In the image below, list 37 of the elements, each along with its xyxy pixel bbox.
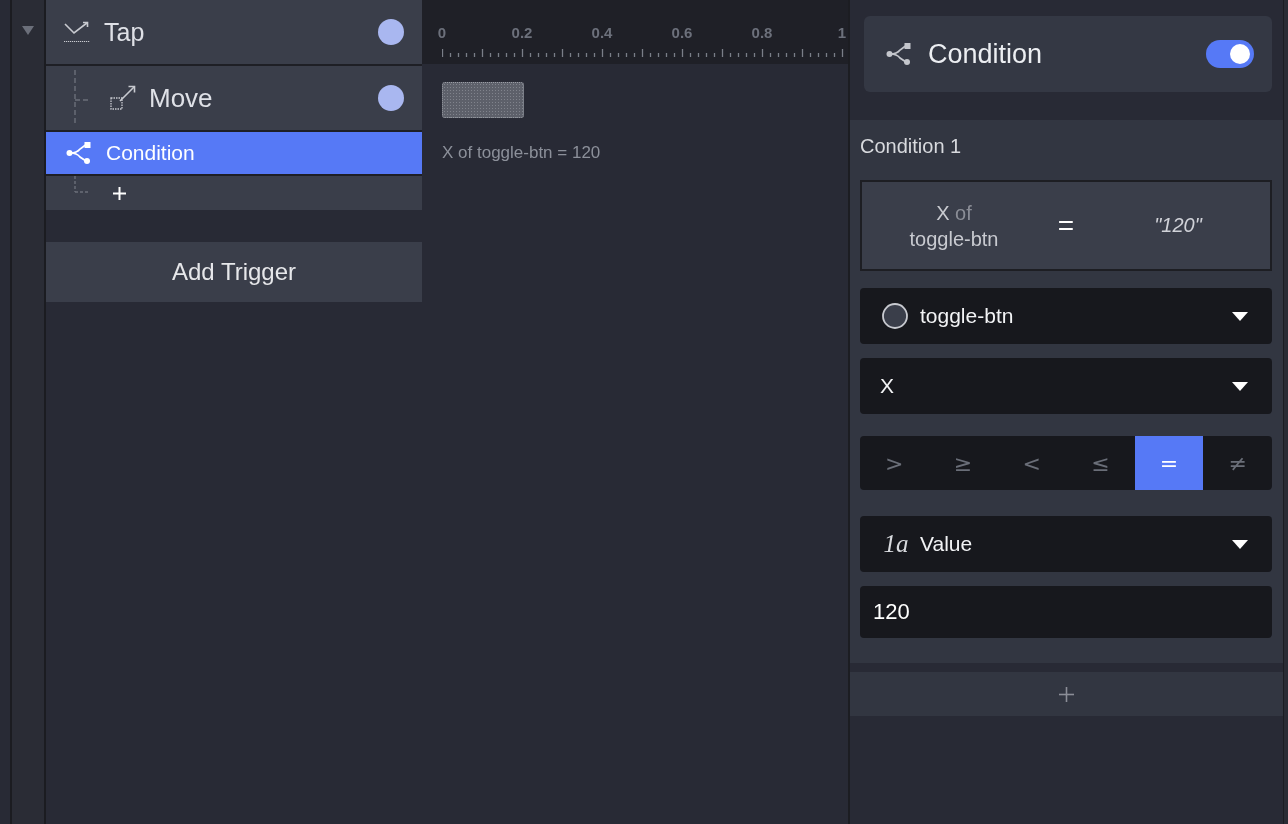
- ruler-label: 0.4: [591, 24, 613, 42]
- dashed-connector-icon: [72, 176, 90, 196]
- property-select[interactable]: X: [860, 358, 1272, 414]
- condition-heading: Condition 1: [860, 134, 962, 158]
- caret-down-icon[interactable]: [22, 26, 34, 35]
- timeline-block[interactable]: [442, 82, 524, 118]
- condition-operator: =: [1057, 209, 1075, 242]
- circle-icon: [882, 303, 908, 329]
- ruler-label: 0.2: [511, 24, 533, 42]
- status-dot-icon: [378, 19, 404, 45]
- branch-icon: [66, 142, 92, 164]
- caret-down-icon: [1232, 539, 1248, 549]
- status-dot-icon: [378, 85, 404, 111]
- target-select[interactable]: toggle-btn: [860, 288, 1272, 344]
- ruler-label: 0.8: [751, 24, 773, 42]
- enable-switch[interactable]: [1206, 40, 1254, 68]
- branch-icon: [886, 43, 912, 65]
- ruler-label: 0.6: [671, 24, 693, 42]
- value-input[interactable]: 120: [860, 586, 1272, 638]
- caret-down-icon: [1232, 381, 1248, 391]
- operator-button[interactable]: =: [1134, 436, 1204, 490]
- plus-icon: [1059, 686, 1074, 702]
- square-arrow-icon: [110, 85, 136, 111]
- tree-row[interactable]: Move: [46, 66, 422, 130]
- value-type-icon: 1a: [882, 530, 910, 558]
- ruler-label: 0: [437, 24, 447, 42]
- header-title: Condition: [928, 38, 1043, 70]
- condition-value: "120": [1154, 214, 1202, 237]
- condition-subject: X of toggle-btn: [909, 200, 999, 252]
- add-trigger-button[interactable]: Add Trigger: [46, 242, 422, 302]
- tree-row[interactable]: Condition: [46, 132, 422, 174]
- tree-row[interactable]: Tap: [46, 0, 422, 64]
- value-type-select[interactable]: 1a Value: [860, 516, 1272, 572]
- ruler-label: 1: [837, 24, 847, 42]
- caret-down-icon: [1232, 311, 1248, 321]
- plus-icon: [113, 186, 126, 200]
- timeline-caption: X of toggle-btn = 120: [442, 143, 601, 163]
